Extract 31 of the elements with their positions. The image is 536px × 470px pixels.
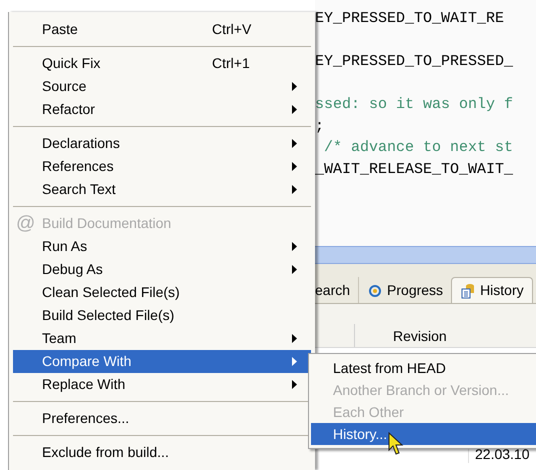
menu-item[interactable]: Compare With <box>13 350 311 373</box>
code-line: _WAIT_RELEASE_TO_WAIT_ <box>315 160 514 180</box>
view-tab[interactable]: earch <box>315 277 358 303</box>
code-line: ; <box>315 116 326 136</box>
menu-item[interactable]: Run As <box>13 235 311 258</box>
menu-item[interactable]: Build Selected File(s) <box>13 304 311 327</box>
code-comment: /* advance to next st <box>323 138 514 158</box>
menu-item[interactable]: Declarations <box>13 132 311 155</box>
shortcut-text: Ctrl+1 <box>212 54 250 73</box>
view-tab[interactable]: History <box>451 277 533 303</box>
scrollbar[interactable] <box>315 246 536 264</box>
code-line: EY_PRESSED_TO_PRESSED_ <box>315 52 514 72</box>
menu-item[interactable]: References <box>13 155 311 178</box>
menu-item[interactable]: Paste Ctrl+V <box>13 18 311 41</box>
code-line: EY_PRESSED_TO_WAIT_RE <box>315 9 506 29</box>
shortcut-text: Ctrl+V <box>212 20 252 39</box>
menu-item[interactable]: Team <box>13 327 311 350</box>
menu-item[interactable]: Quick Fix Ctrl+1 <box>13 52 311 75</box>
menu-item[interactable]: Clean Selected File(s) <box>13 281 311 304</box>
menu-item[interactable]: Search Text <box>13 178 311 201</box>
at-sign-icon: @ <box>16 214 36 233</box>
menu-item[interactable]: Preferences... <box>13 407 311 430</box>
code-comment: ssed: so it was only f <box>315 95 514 115</box>
menu-item[interactable]: Debug As <box>13 258 311 281</box>
menu-item[interactable]: Source <box>13 75 311 98</box>
menu-item[interactable]: Latest from HEAD <box>311 357 536 379</box>
menu-item[interactable]: Exclude from build... <box>13 441 311 464</box>
menu-item[interactable]: Replace With <box>13 373 311 396</box>
menu-item[interactable]: History... <box>311 423 536 445</box>
mouse-pointer-icon <box>388 432 404 456</box>
menu-item[interactable]: Refactor <box>13 98 311 121</box>
